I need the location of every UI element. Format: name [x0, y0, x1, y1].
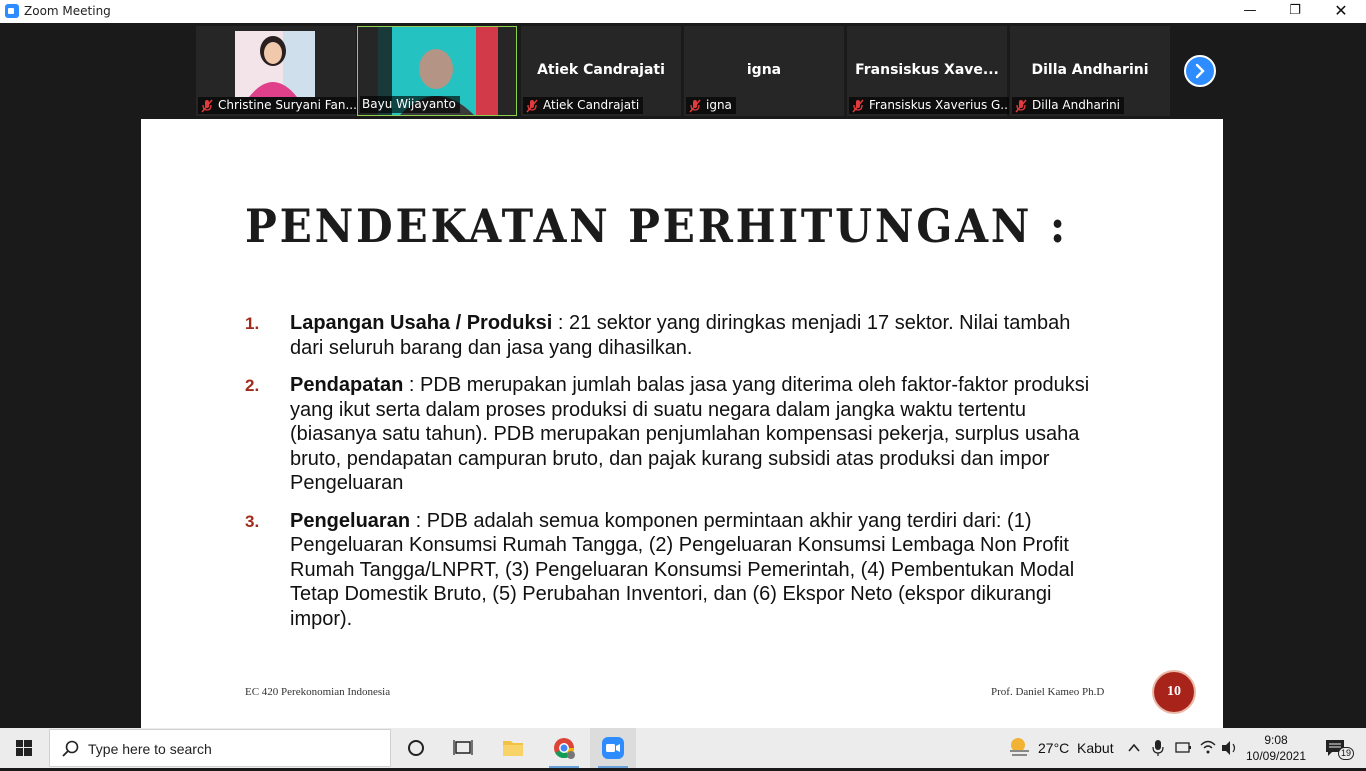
weather-condition: Kabut [1077, 740, 1114, 756]
item-term: Lapangan Usaha / Produksi [290, 312, 553, 334]
participant-video [235, 31, 315, 97]
list-item: 3. Pengeluaran : PDB adalah semua kompon… [245, 509, 1105, 632]
participant-name: Fransiskus Xave... [855, 62, 999, 78]
slide-footer-author: Prof. Daniel Kameo Ph.D [991, 686, 1105, 698]
slide-title: PENDEKATAN PERHITUNGAN : [245, 199, 1069, 253]
slide-list: 1. Lapangan Usaha / Produksi : 21 sektor… [245, 311, 1105, 644]
participant-name-label: Bayu Wijayanto [360, 96, 460, 113]
windows-logo-icon [16, 740, 32, 756]
battery-icon[interactable] [1174, 728, 1192, 768]
mic-muted-icon [526, 99, 538, 112]
slide-footer-course: EC 420 Perekonomian Indonesia [245, 686, 391, 698]
file-explorer-button[interactable] [490, 728, 536, 768]
participant-tile-active-speaker[interactable]: Bayu Wijayanto [357, 26, 517, 116]
item-number: 1. [245, 314, 260, 333]
system-clock[interactable]: 9:08 10/09/2021 [1243, 732, 1309, 764]
mic-muted-icon [201, 99, 213, 112]
taskbar-search-box[interactable]: Type here to search [49, 729, 391, 767]
search-placeholder: Type here to search [88, 741, 212, 757]
participant-name-label: Christine Suryani Fan... [198, 97, 358, 114]
clock-time: 9:08 [1264, 733, 1288, 747]
participant-strip: Christine Suryani Fan... Bayu Wijayanto … [0, 23, 1366, 119]
task-view-button[interactable] [440, 728, 486, 768]
wifi-icon[interactable] [1199, 728, 1217, 768]
item-term: Pengeluaran [290, 509, 411, 532]
search-icon [62, 740, 79, 757]
participant-tile[interactable]: Christine Suryani Fan... [196, 26, 358, 116]
close-button[interactable]: ✕ [1318, 0, 1364, 23]
participant-name: igna [746, 62, 782, 78]
slide-page-number: 10 [1154, 672, 1194, 712]
window-title: Zoom Meeting [24, 4, 111, 18]
chevron-right-icon [1195, 63, 1205, 79]
participant-name-label: igna [686, 97, 736, 114]
temperature: 27°C [1038, 740, 1070, 756]
next-participants-button[interactable] [1184, 55, 1216, 87]
participant-tile[interactable]: Atiek Candrajati Atiek Candrajati [521, 26, 681, 116]
item-text: : PDB merupakan jumlah balas jasa yang d… [290, 374, 1090, 494]
weather-widget[interactable] [1008, 728, 1032, 768]
clock-date: 10/09/2021 [1245, 749, 1307, 763]
participant-tile[interactable]: igna igna [684, 26, 844, 116]
restore-button[interactable]: ❐ [1272, 0, 1318, 23]
notification-center-button[interactable]: 19 [1318, 728, 1358, 768]
volume-icon[interactable] [1220, 728, 1240, 768]
participant-name: Atiek Candrajati [537, 62, 665, 78]
list-item: 2. Pendapatan : PDB merupakan jumlah bal… [245, 373, 1105, 496]
zoom-taskbar-button[interactable] [590, 728, 636, 768]
fog-weather-icon [1010, 738, 1029, 756]
chrome-icon [554, 738, 575, 759]
participant-tile[interactable]: Dilla Andharini Dilla Andharini [1010, 26, 1170, 116]
participant-name-label: Atiek Candrajati [523, 97, 644, 114]
zoom-app-icon [5, 4, 19, 18]
chrome-button[interactable] [541, 728, 587, 768]
task-view-icon [453, 740, 473, 755]
minimize-button[interactable]: — [1227, 0, 1273, 23]
item-term: Pendapatan [290, 374, 404, 396]
item-number: 2. [245, 376, 260, 395]
cortana-circle-icon [408, 740, 424, 756]
zoom-icon [602, 737, 624, 759]
participant-tile[interactable]: Fransiskus Xave... Fransiskus Xaverius G… [847, 26, 1009, 116]
item-number: 3. [245, 511, 260, 531]
participant-name-label: Fransiskus Xaverius G... [849, 97, 1009, 114]
mic-muted-icon [1015, 99, 1027, 112]
shared-slide: PENDEKATAN PERHITUNGAN : 1. Lapangan Usa… [141, 119, 1223, 728]
taskbar: Type here to search 27°C Kabut 9:08 10/0… [0, 728, 1366, 768]
participant-name: Dilla Andharini [1031, 62, 1149, 78]
notification-count: 19 [1338, 747, 1355, 760]
start-button[interactable] [0, 728, 48, 768]
list-item: 1. Lapangan Usaha / Produksi : 21 sektor… [245, 311, 1105, 360]
mic-muted-icon [852, 99, 864, 112]
folder-icon [503, 741, 523, 756]
chevron-up-icon[interactable] [1126, 728, 1142, 768]
mic-muted-icon [689, 99, 701, 112]
microphone-icon[interactable] [1150, 728, 1166, 768]
window-titlebar: Zoom Meeting — ❐ ✕ [0, 0, 1366, 23]
participant-name-label: Dilla Andharini [1012, 97, 1125, 114]
cortana-button[interactable] [393, 728, 439, 768]
